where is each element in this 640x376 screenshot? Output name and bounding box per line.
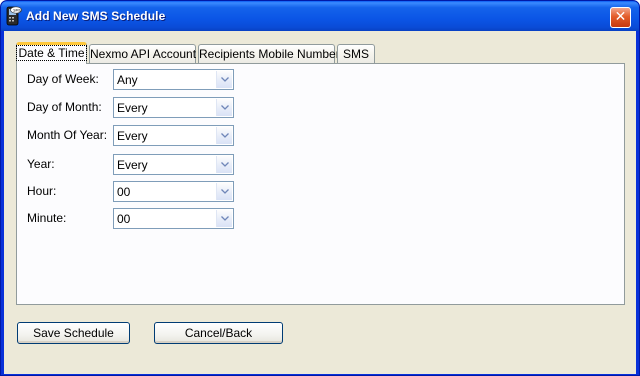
day-of-week-value: Any	[117, 73, 138, 87]
chevron-down-icon	[221, 77, 229, 82]
day-of-month-value: Every	[117, 101, 148, 115]
hour-select[interactable]: 00	[113, 181, 234, 202]
cancel-back-button[interactable]: Cancel/Back	[154, 322, 283, 344]
chevron-down-icon	[221, 162, 229, 167]
sms-phone-icon: SMS	[6, 6, 22, 26]
dropdown-button[interactable]	[216, 99, 232, 116]
tab-label: Date & Time	[16, 45, 87, 61]
day-of-month-select[interactable]: Every	[113, 97, 234, 118]
chevron-down-icon	[221, 105, 229, 110]
tab-nexmo-api-account[interactable]: Nexmo API Account	[89, 44, 196, 63]
chevron-down-icon	[221, 133, 229, 138]
chevron-down-icon	[221, 216, 229, 221]
minute-label: Minute:	[27, 211, 67, 225]
save-schedule-button[interactable]: Save Schedule	[17, 322, 130, 344]
dialog-client-area: Date & Time Nexmo API Account Recipients…	[4, 31, 636, 374]
close-icon: ✕	[614, 9, 627, 25]
svg-text:SMS: SMS	[13, 8, 21, 12]
day-of-month-label: Day of Month:	[27, 100, 102, 114]
month-of-year-label: Month Of Year:	[27, 128, 108, 142]
tab-label: Nexmo API Account	[90, 47, 197, 61]
year-label: Year:	[27, 157, 55, 171]
day-of-week-label: Day of Week:	[27, 72, 99, 86]
hour-value: 00	[117, 185, 131, 199]
tab-sms[interactable]: SMS	[337, 44, 375, 63]
dialog-window: SMS Add New SMS Schedule ✕ Date & Time N…	[0, 0, 640, 376]
day-of-week-select[interactable]: Any	[113, 69, 234, 90]
tab-date-time[interactable]: Date & Time	[16, 42, 87, 64]
tab-label: Recipients Mobile Numbers	[199, 47, 346, 61]
year-select[interactable]: Every	[113, 154, 234, 175]
month-of-year-value: Every	[117, 129, 148, 143]
chevron-down-icon	[221, 189, 229, 194]
minute-value: 00	[117, 212, 131, 226]
tab-label: SMS	[342, 47, 369, 61]
close-button[interactable]: ✕	[610, 7, 631, 28]
dropdown-button[interactable]	[216, 210, 232, 227]
dropdown-button[interactable]	[216, 127, 232, 144]
window-title: Add New SMS Schedule	[26, 9, 166, 23]
dropdown-button[interactable]	[216, 71, 232, 88]
month-of-year-select[interactable]: Every	[113, 125, 234, 146]
title-bar[interactable]: SMS Add New SMS Schedule ✕	[1, 1, 639, 31]
year-value: Every	[117, 158, 148, 172]
minute-select[interactable]: 00	[113, 208, 234, 229]
tab-recipients-mobile-numbers[interactable]: Recipients Mobile Numbers	[198, 44, 346, 63]
dropdown-button[interactable]	[216, 156, 232, 173]
dropdown-button[interactable]	[216, 183, 232, 200]
tab-panel-date-time	[16, 63, 625, 305]
hour-label: Hour:	[27, 184, 57, 198]
